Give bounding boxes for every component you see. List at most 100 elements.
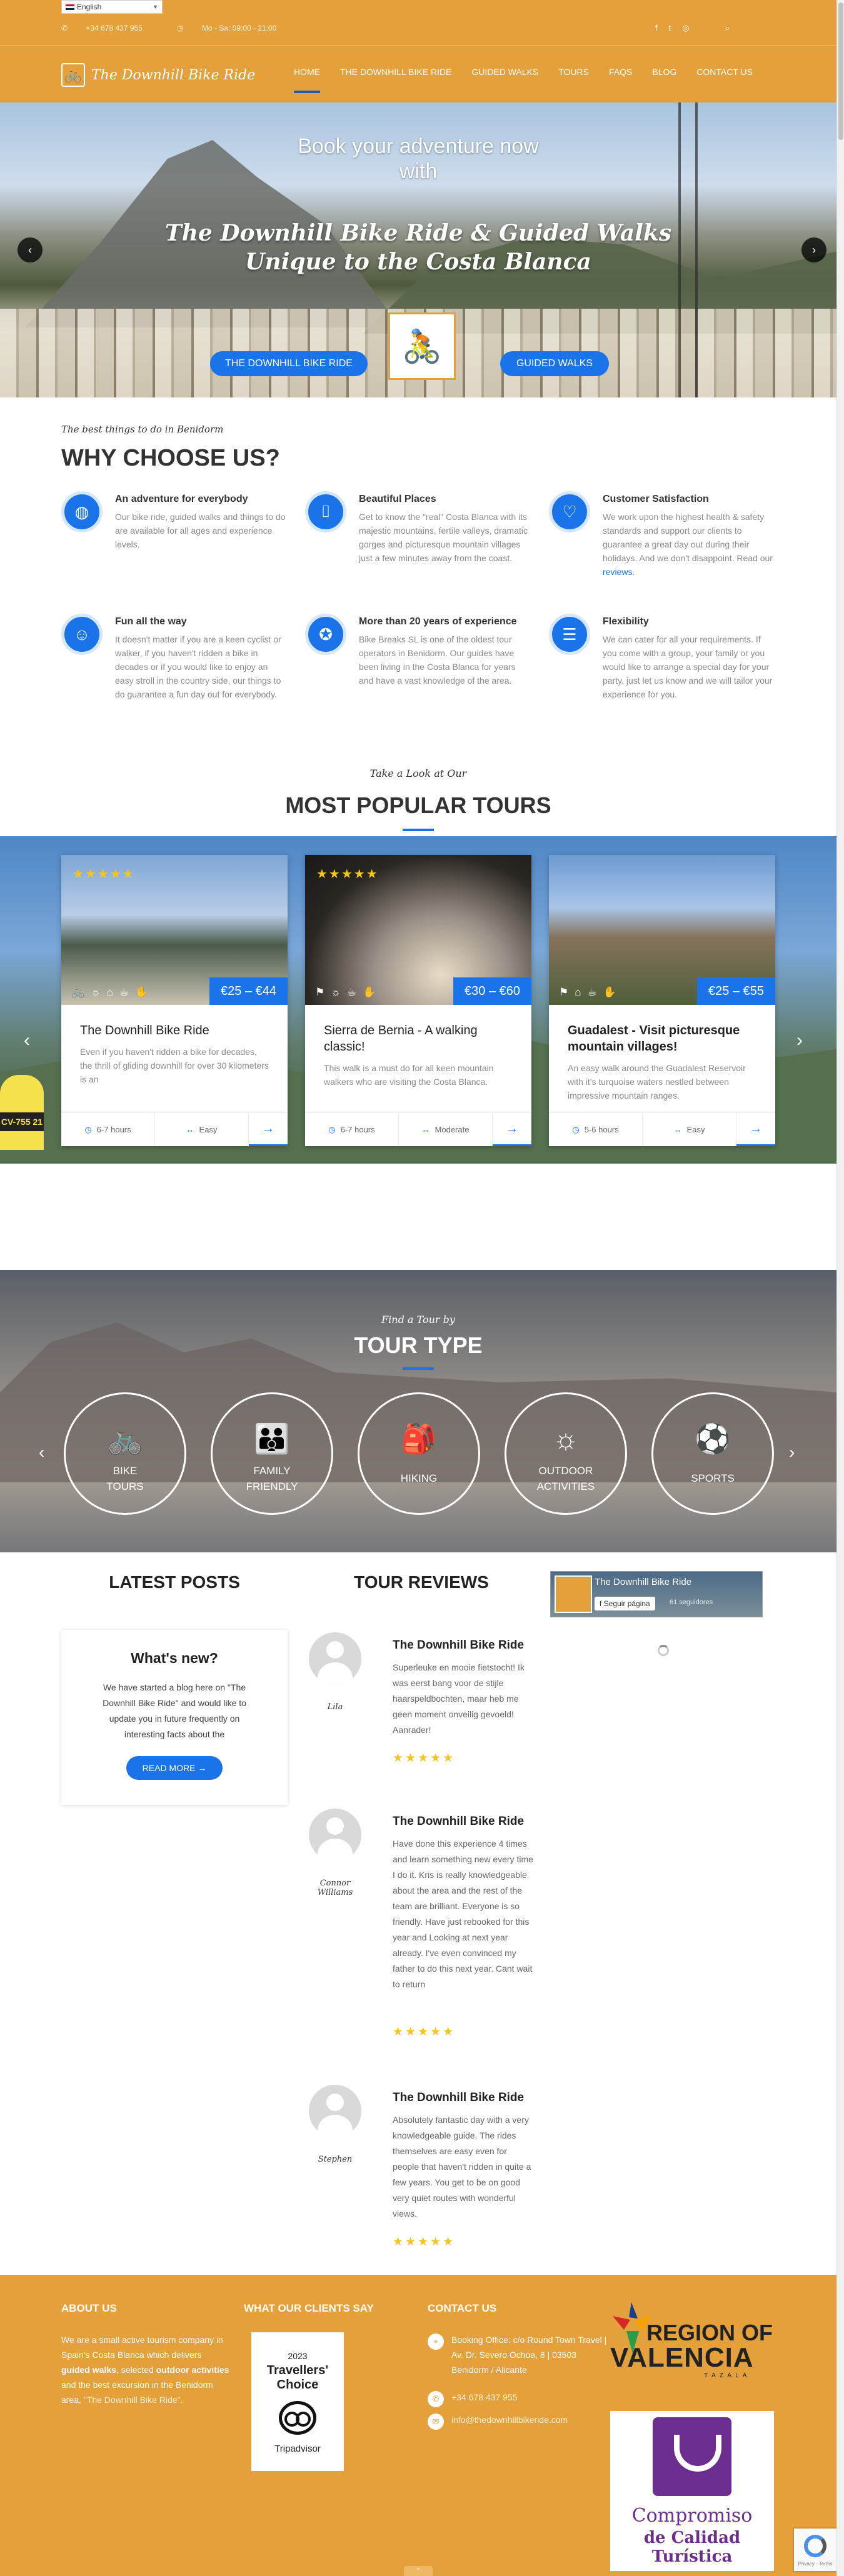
location-icon: ⌖ <box>428 2334 444 2350</box>
feature-title: Fun all the way <box>115 616 187 627</box>
carousel-prev-icon[interactable]: ‹ <box>24 1030 30 1051</box>
downhill-bike-ride-button[interactable]: THE DOWNHILL BIKE RIDE <box>210 351 368 376</box>
feature-title: An adventure for everybody <box>115 494 248 504</box>
nav-downhill-bike-ride[interactable]: THE DOWNHILL BIKE RIDE <box>340 67 451 77</box>
tripadvisor-owl-icon <box>279 2401 316 2435</box>
facebook-icon[interactable]: f <box>655 23 669 32</box>
tour-meta: ◷ 6-7 hours ↔ Easy → <box>61 1112 288 1146</box>
reviews-link[interactable]: reviews <box>603 567 632 577</box>
logo-text: The Downhill Bike Ride <box>91 67 256 83</box>
bicycle-icon: 🚲 <box>107 1422 143 1455</box>
scrollbar-thumb[interactable] <box>838 2 843 140</box>
tour-type-title: TOUR TYPE <box>354 1332 483 1358</box>
nav-tours[interactable]: TOURS <box>558 67 589 77</box>
search-icon[interactable]: ⌕ <box>725 23 730 33</box>
nav-home[interactable]: HOME <box>294 67 320 93</box>
arrow-right-icon[interactable]: → <box>249 1113 288 1146</box>
tour-image[interactable]: ★★★★★ 🚲☼⌂☕✋ €25 – €44 <box>61 855 288 1005</box>
arrow-right-icon[interactable]: → <box>736 1113 775 1146</box>
tour-title[interactable]: The Downhill Bike Ride <box>80 1022 268 1039</box>
nav-contact-us[interactable]: CONTACT US <box>696 67 753 77</box>
page-root: English ▼ ✆ +34 678 437 955 ◷ Mo - Sa: 0… <box>0 0 836 2576</box>
difficulty-icon: ↔ <box>421 1125 430 1134</box>
language-value: English <box>77 2 102 11</box>
review-title: The Downhill Bike Ride <box>393 2091 525 2104</box>
language-selector[interactable]: English ▼ <box>61 0 163 14</box>
feature-text: Get to know the "real" Costa Blanca with… <box>359 512 528 563</box>
clock-icon: ◷ <box>84 1124 92 1134</box>
hero-title-line2: Unique to the Costa Blanca <box>245 249 591 275</box>
footer-contact-title: CONTACT US <box>428 2302 497 2314</box>
footer-downhill-link[interactable]: "The Downhill Bike Ride" <box>84 2395 181 2405</box>
scroll-to-top-icon[interactable]: ^ <box>404 2566 433 2576</box>
site-logo[interactable]: 🚲 The Downhill Bike Ride <box>61 63 255 87</box>
topbar-phone[interactable]: ✆ +34 678 437 955 <box>61 24 159 32</box>
tour-card-bernia[interactable]: ★★★★★ ⚑☼☕✋ €30 – €60 Sierra de Bernia - … <box>305 855 531 1146</box>
nav-guided-walks[interactable]: GUIDED WALKS <box>471 67 538 77</box>
avatar <box>309 2085 361 2137</box>
tour-meta: ◷ 6-7 hours ↔ Moderate → <box>305 1112 531 1146</box>
facebook-page-name[interactable]: The Downhill Bike Ride <box>595 1577 691 1587</box>
backpack-icon: 🎒 <box>401 1422 437 1455</box>
phone-icon: ✆ <box>428 2391 444 2407</box>
tour-reviews-title: TOUR REVIEWS <box>354 1572 489 1592</box>
tour-feature-icons: ⚑☼☕✋ <box>315 986 383 998</box>
rating-stars: ★★★★★ <box>393 2025 456 2039</box>
avatar <box>309 1809 361 1861</box>
slider-prev-icon[interactable]: ‹ <box>18 237 43 262</box>
tour-type-family[interactable]: 👪 FAMILY FRIENDLY <box>211 1392 333 1515</box>
tour-card-guadalest[interactable]: ⚑⌂☕✋ €25 – €55 Guadalest - Visit picture… <box>549 855 775 1146</box>
rating-stars: ★★★★★ <box>316 867 379 881</box>
facebook-follow-button[interactable]: f Seguir página <box>595 1597 655 1610</box>
feature-text: Our bike ride, guided walks and things t… <box>115 512 286 549</box>
ball-icon: ⚽ <box>695 1422 731 1455</box>
award-icon: ✪ <box>305 614 346 655</box>
recaptcha-badge[interactable]: Privacy - Terms <box>794 2529 836 2571</box>
phone-icon: ✆ <box>61 24 70 32</box>
guided-walks-button[interactable]: GUIDED WALKS <box>500 351 609 376</box>
slider-next-icon[interactable]: › <box>801 237 826 262</box>
nav-blog[interactable]: BLOG <box>652 67 676 77</box>
social-links: ft◎ <box>655 23 701 33</box>
difficulty-icon: ↔ <box>673 1125 682 1134</box>
tour-price: €30 – €60 <box>453 977 531 1005</box>
twitter-icon[interactable]: t <box>669 23 683 32</box>
type-next-icon[interactable]: › <box>789 1442 795 1462</box>
tour-type-bike[interactable]: 🚲 BIKE TOURS <box>64 1392 186 1515</box>
tour-description: An easy walk around the Guadalest Reserv… <box>568 1063 746 1101</box>
feature-title: Beautiful Places <box>359 494 436 504</box>
tour-image[interactable]: ⚑⌂☕✋ €25 – €55 <box>549 855 775 1005</box>
tour-title[interactable]: Sierra de Bernia - A walking classic! <box>324 1022 511 1055</box>
tripadvisor-badge[interactable]: 2023 Travellers' Choice Tripadvisor <box>251 2332 344 2471</box>
read-more-button[interactable]: READ MORE → <box>126 1756 223 1780</box>
post-title[interactable]: What's new? <box>61 1650 288 1667</box>
tour-type-outdoor[interactable]: ☼ OUTDOOR ACTIVITIES <box>505 1392 627 1515</box>
tour-title[interactable]: Guadalest - Visit picturesque mountain v… <box>568 1022 755 1055</box>
topbar-hours: ◷ Mo - Sa: 09:00 - 21:00 <box>177 24 277 32</box>
tour-card-downhill[interactable]: ★★★★★ 🚲☼⌂☕✋ €25 – €44 The Downhill Bike … <box>61 855 288 1146</box>
feature-text: Bike Breaks SL is one of the oldest tour… <box>359 634 516 686</box>
tour-image[interactable]: ★★★★★ ⚑☼☕✋ €30 – €60 <box>305 855 531 1005</box>
instagram-icon[interactable]: ◎ <box>682 23 700 32</box>
arrow-right-icon[interactable]: → <box>493 1113 531 1146</box>
uk-flag-icon <box>66 4 74 11</box>
tour-type-hiking[interactable]: 🎒 HIKING <box>358 1392 480 1515</box>
facebook-page-widget[interactable]: The Downhill Bike Ride f Seguir página 6… <box>550 1571 763 1617</box>
type-prev-icon[interactable]: ‹ <box>39 1442 44 1462</box>
clock-icon: ◷ <box>328 1124 336 1134</box>
tour-type-sports[interactable]: ⚽ SPORTS <box>651 1392 774 1515</box>
main-header: 🚲 The Downhill Bike Ride HOME THE DOWNHI… <box>0 45 836 102</box>
nav-faqs[interactable]: FAQS <box>609 67 632 77</box>
scrollbar[interactable] <box>836 0 844 2576</box>
footer: ABOUT US We are a small active tourism c… <box>0 2275 836 2576</box>
topbar-contact: ✆ +34 678 437 955 ◷ Mo - Sa: 09:00 - 21:… <box>61 24 309 32</box>
tours-tagline: Take a Look at Our <box>369 767 467 779</box>
facebook-page-thumbnail <box>555 1575 592 1613</box>
globe-icon: ◍ <box>61 491 103 532</box>
tour-price: €25 – €44 <box>209 977 288 1005</box>
loading-spinner-icon <box>658 1645 669 1656</box>
feature-title: More than 20 years of experience <box>359 616 517 627</box>
family-icon: 👪 <box>254 1422 290 1455</box>
difficulty-icon: ↔ <box>186 1125 194 1134</box>
carousel-next-icon[interactable]: › <box>796 1030 803 1051</box>
